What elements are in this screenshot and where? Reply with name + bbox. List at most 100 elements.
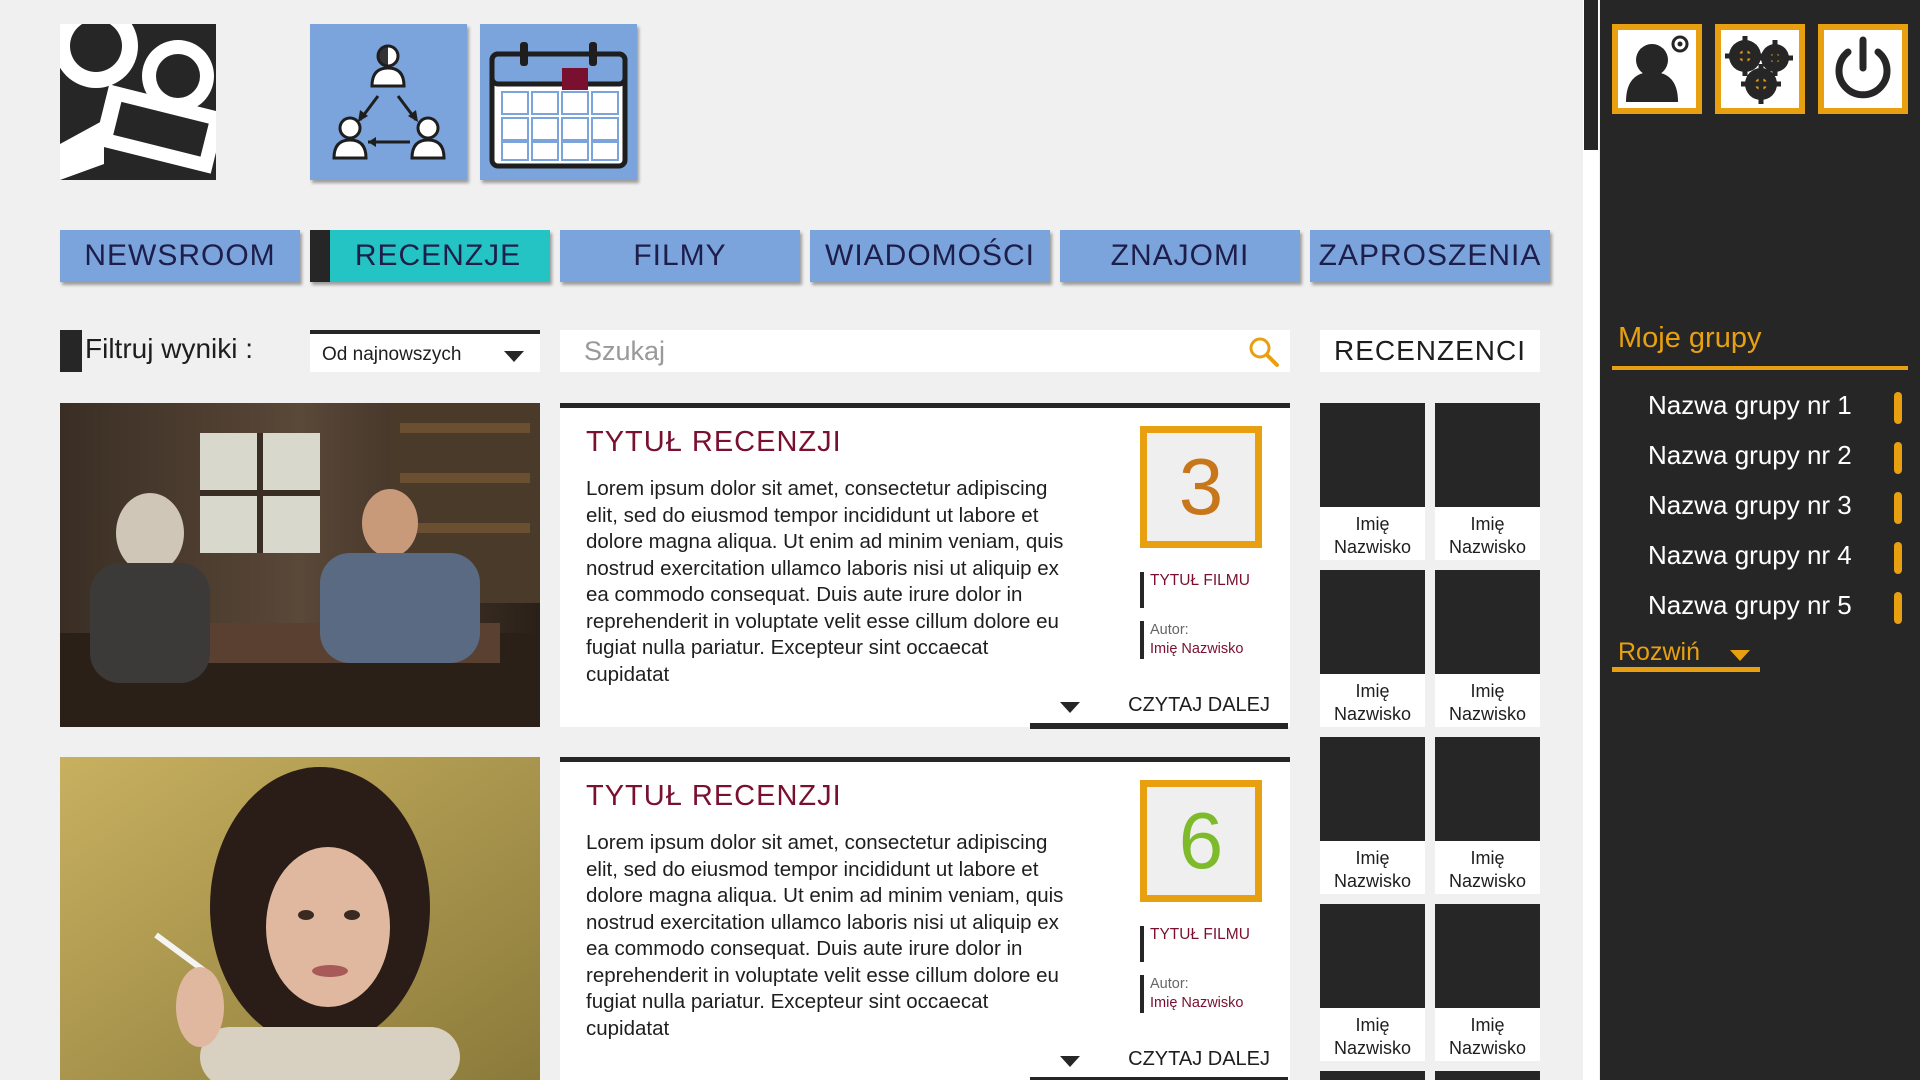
reviewer-first-name: Imię [1355, 848, 1390, 868]
reviewer-avatar [1320, 570, 1425, 674]
review-title[interactable]: TYTUŁ RECENZJI [586, 780, 842, 813]
group-item[interactable]: Nazwa grupy nr 2 [1648, 440, 1902, 474]
nav-newsroom[interactable]: NEWSROOM [60, 230, 300, 282]
read-more-label: CZYTAJ DALEJ [1128, 1048, 1270, 1070]
reviewer-first-name: Imię [1470, 1015, 1505, 1035]
scrollbar-thumb[interactable] [1584, 0, 1598, 150]
nav-znajomi[interactable]: ZNAJOMI [1060, 230, 1300, 282]
film-title-link[interactable]: TYTUŁ FILMU [1140, 926, 1250, 962]
author-label: Autor: [1150, 976, 1189, 992]
reviewer-name: Imię Nazwisko [1435, 847, 1540, 893]
search-icon[interactable] [1248, 336, 1280, 368]
reviewer-avatar [1435, 904, 1540, 1008]
reviewer-avatar [1320, 1071, 1425, 1080]
reviewer-name: Imię Nazwisko [1320, 680, 1425, 726]
group-name: Nazwa grupy nr 4 [1648, 540, 1852, 570]
reviewer-card[interactable]: Imię Nazwisko [1320, 904, 1425, 1061]
nav-recenzje-label: RECENZJE [354, 239, 522, 272]
nav-wiadomosci[interactable]: WIADOMOŚCI [810, 230, 1050, 282]
vertical-scrollbar[interactable] [1583, 0, 1599, 1080]
reviewer-name: Imię Nazwisko [1320, 847, 1425, 893]
reviewer-first-name: Imię [1355, 1015, 1390, 1035]
group-name: Nazwa grupy nr 1 [1648, 390, 1852, 420]
author-name-link[interactable]: Imię Nazwisko [1150, 640, 1243, 659]
nav-zaproszenia[interactable]: ZAPROSZENIA [1310, 230, 1550, 282]
reviewer-first-name: Imię [1470, 681, 1505, 701]
movie-still-image [60, 403, 540, 727]
reviewer-card[interactable]: Imię Nazwisko [1320, 570, 1425, 727]
group-indicator [1894, 492, 1902, 524]
reviewer-name: Imię Nazwisko [1435, 513, 1540, 559]
reviewer-name: Imię Nazwisko [1435, 680, 1540, 726]
author-name-link[interactable]: Imię Nazwisko [1150, 994, 1243, 1013]
review-excerpt: Lorem ipsum dolor sit amet, consectetur … [586, 477, 1064, 686]
review-score: 6 [1140, 780, 1262, 902]
film-title-link[interactable]: TYTUŁ FILMU [1140, 572, 1250, 608]
review-author: Autor: Imię Nazwisko [1140, 621, 1243, 659]
group-item[interactable]: Nazwa grupy nr 1 [1648, 390, 1902, 424]
friends-network-icon [332, 44, 446, 160]
user-side-panel: Moje grupy Nazwa grupy nr 1 Nazwa grupy … [1600, 0, 1920, 1080]
group-indicator [1894, 542, 1902, 574]
film-camera-logo-icon[interactable] [60, 24, 216, 180]
group-name: Nazwa grupy nr 3 [1648, 490, 1852, 520]
reviewer-card[interactable]: Imię Nazwisko [1435, 570, 1540, 727]
reviewer-first-name: Imię [1355, 514, 1390, 534]
search-input[interactable] [560, 330, 1240, 372]
filter-marker [60, 330, 82, 372]
calendar-button[interactable] [480, 24, 637, 180]
friends-network-button[interactable] [310, 24, 467, 180]
read-more-button[interactable]: CZYTAJ DALEJ [1030, 1032, 1288, 1080]
expand-groups-button[interactable]: Rozwiń [1612, 638, 1760, 672]
reviewer-last-name: Nazwisko [1333, 1038, 1412, 1058]
settings-button[interactable] [1715, 24, 1805, 114]
main-nav: NEWSROOM RECENZJE FILMY WIADOMOŚCI ZNAJO… [60, 230, 1550, 282]
group-item[interactable]: Nazwa grupy nr 3 [1648, 490, 1902, 524]
group-indicator [1894, 442, 1902, 474]
expand-arrow-icon [1060, 1056, 1080, 1067]
nav-filmy[interactable]: FILMY [560, 230, 800, 282]
reviewer-card[interactable]: Imię Nazwisko [1435, 403, 1540, 560]
review-photo[interactable] [60, 403, 540, 727]
sort-selected-value: Od najnowszych [322, 344, 462, 365]
reviewer-name: Imię Nazwisko [1320, 513, 1425, 559]
reviewer-card[interactable]: Imię Nazwisko [1320, 403, 1425, 560]
reviewers-title: RECENZENCI [1320, 330, 1540, 372]
divider [1612, 366, 1908, 370]
expand-label: Rozwiń [1618, 638, 1700, 666]
group-indicator [1894, 392, 1902, 424]
reviewer-card[interactable]: Imię Nazwisko [1435, 904, 1540, 1061]
logout-button[interactable] [1818, 24, 1908, 114]
review-photo[interactable] [60, 757, 540, 1080]
review-title[interactable]: TYTUŁ RECENZJI [586, 426, 842, 459]
reviewer-first-name: Imię [1470, 514, 1505, 534]
reviewer-last-name: Nazwisko [1448, 1038, 1527, 1058]
review-card: TYTUŁ RECENZJI Lorem ipsum dolor sit ame… [560, 403, 1290, 729]
review-score: 3 [1140, 426, 1262, 548]
search-box [560, 330, 1290, 372]
reviewer-last-name: Nazwisko [1333, 704, 1412, 724]
reviewer-last-name: Nazwisko [1333, 537, 1412, 557]
filter-label: Filtruj wyniki : [85, 333, 254, 364]
user-settings-button[interactable] [1612, 24, 1702, 114]
chevron-down-icon [504, 351, 524, 362]
sort-dropdown[interactable]: Od najnowszych [310, 330, 540, 372]
reviewer-last-name: Nazwisko [1333, 871, 1412, 891]
read-more-label: CZYTAJ DALEJ [1128, 694, 1270, 716]
nav-recenzje[interactable]: RECENZJE [310, 230, 550, 282]
group-indicator [1894, 592, 1902, 624]
reviewer-card[interactable]: Imię Nazwisko [1435, 737, 1540, 894]
reviewer-avatar [1435, 737, 1540, 841]
reviewer-avatar [1435, 1071, 1540, 1080]
read-more-button[interactable]: CZYTAJ DALEJ [1030, 678, 1288, 729]
movie-still-image [60, 757, 540, 1080]
reviewer-card[interactable]: Imię Nazwisko [1320, 737, 1425, 894]
reviewer-last-name: Nazwisko [1448, 704, 1527, 724]
reviewer-name: Imię Nazwisko [1320, 1014, 1425, 1060]
reviewer-avatar [1435, 403, 1540, 507]
review-author: Autor: Imię Nazwisko [1140, 975, 1243, 1013]
group-item[interactable]: Nazwa grupy nr 5 [1648, 590, 1902, 624]
reviewer-card[interactable] [1320, 1071, 1425, 1080]
reviewer-card[interactable] [1435, 1071, 1540, 1080]
group-item[interactable]: Nazwa grupy nr 4 [1648, 540, 1902, 574]
